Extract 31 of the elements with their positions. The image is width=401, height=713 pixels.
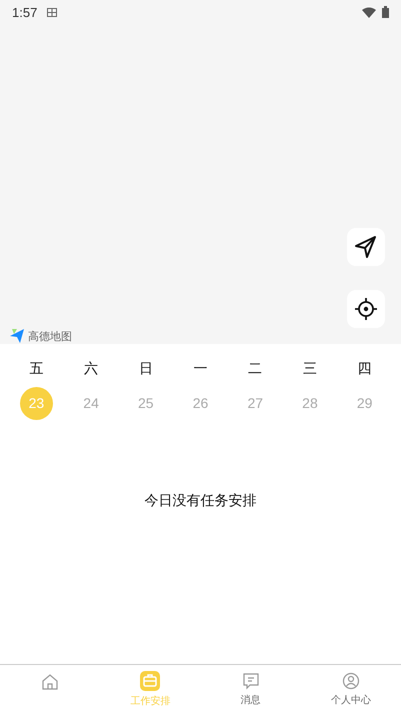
date-item[interactable]: 29 bbox=[348, 386, 382, 420]
weekday-label: 日 bbox=[138, 360, 154, 378]
weekday-label: 二 bbox=[247, 360, 264, 378]
weekday-label: 六 bbox=[83, 360, 100, 378]
paper-plane-icon bbox=[354, 235, 378, 259]
weekday-label: 五 bbox=[28, 360, 44, 378]
date-item[interactable]: 26 bbox=[184, 386, 218, 420]
date-item[interactable]: 25 bbox=[129, 386, 162, 420]
weekday-label: 一 bbox=[192, 360, 209, 378]
locate-button[interactable] bbox=[347, 290, 385, 328]
locate-icon bbox=[355, 298, 377, 320]
tab-item[interactable]: 个人中心 bbox=[300, 665, 401, 713]
battery-icon bbox=[382, 6, 389, 18]
chat-icon bbox=[242, 672, 260, 690]
send-button[interactable] bbox=[347, 228, 385, 266]
tab-item[interactable]: 工作安排 bbox=[100, 665, 200, 713]
wifi-icon bbox=[362, 6, 376, 18]
status-time: 1:57 bbox=[12, 4, 38, 20]
date-item[interactable]: 27 bbox=[238, 386, 272, 420]
date-item[interactable]: 23 bbox=[20, 386, 53, 420]
weekday-label: 四 bbox=[356, 360, 373, 378]
empty-message: 今日没有任务安排 bbox=[144, 492, 256, 511]
map-logo-text: 高德地图 bbox=[28, 328, 72, 344]
briefcase-icon bbox=[140, 670, 160, 690]
user-icon bbox=[342, 672, 360, 690]
date-item[interactable]: 28 bbox=[293, 386, 326, 420]
date-item[interactable]: 24 bbox=[74, 386, 108, 420]
weekday-label: 三 bbox=[302, 360, 318, 378]
home-icon bbox=[41, 672, 60, 690]
tab-item[interactable]: 消息 bbox=[200, 665, 301, 713]
map-logo-icon bbox=[9, 328, 25, 344]
